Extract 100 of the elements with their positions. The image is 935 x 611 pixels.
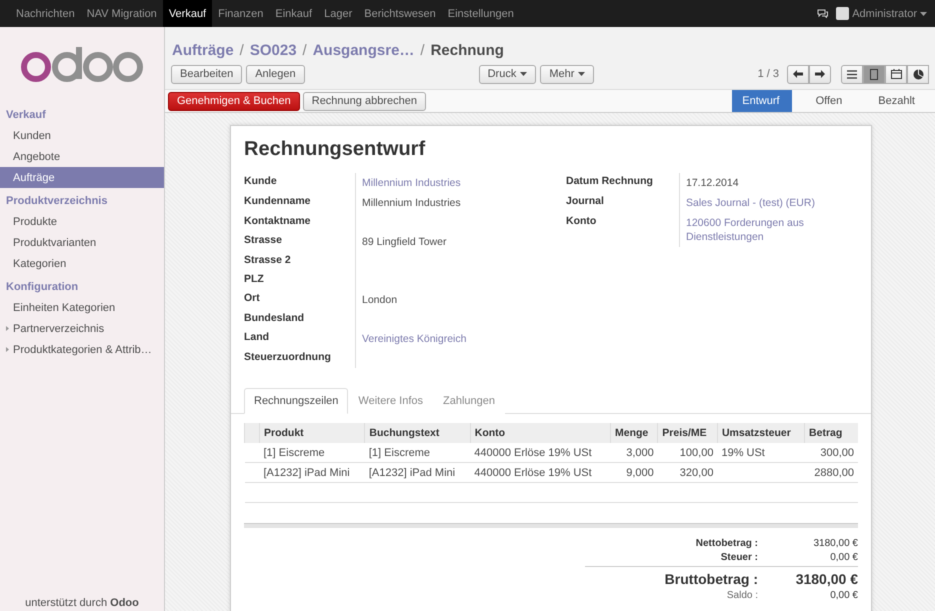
field-label: Kontaktname [244,213,356,232]
expand-arrow-icon [6,347,9,352]
sidebar-item[interactable]: Produktvarianten [0,232,164,253]
table-cell: [A1232] iPad Mini [364,462,470,482]
top-menu-item[interactable]: NAV Migration [80,0,163,27]
table-cell: [1] Eiscreme [260,443,365,462]
sidebar-item[interactable]: Aufträge [0,167,164,188]
field-value: Millennium Industries [361,196,462,211]
action-button[interactable]: Rechnung abbrechen [302,92,426,110]
view-switch-button[interactable] [907,64,929,84]
total-label: Nettobetrag : [694,538,759,549]
view-switch-button[interactable] [841,64,863,84]
field-value: 89 Lingfield Tower [361,235,448,250]
field-label: Land [244,329,356,349]
powered-by-text: unterstützt durch Odoo [24,597,140,611]
action-button[interactable]: Genehmigen & Buchen [168,92,300,110]
sidebar-item[interactable]: Kunden [0,125,164,146]
top-menu-item[interactable]: Lager [318,0,358,27]
sidebar-item[interactable]: Partnerverzeichnis [0,318,164,339]
breadcrumb-link[interactable]: Aufträge [172,42,234,59]
field-link[interactable]: Millennium Industries [356,173,566,193]
breadcrumb-separator: / [240,42,244,59]
top-menu-item[interactable]: Finanzen [212,0,270,27]
top-menu-item[interactable]: Einstellungen [442,0,520,27]
form-view-icon [870,68,878,80]
top-menu-item[interactable]: Verkauf [162,0,212,27]
column-header: Produkt [260,423,365,443]
breadcrumb-current[interactable]: Rechnung [430,42,504,59]
total-value: 3180,00 € [770,566,858,587]
sidebar-item-label: Kategorien [13,258,66,270]
total-value: 0,00 € [829,552,858,563]
caret-icon [920,12,927,16]
field-label: Journal [566,193,680,213]
field-link[interactable]: Vereinigtes Königreich [356,329,566,349]
field-label: Konto [566,213,680,247]
breadcrumb-separator: / [420,42,425,59]
view-switch-button[interactable] [885,64,907,84]
toolbar-button[interactable]: Bearbeiten [171,64,242,84]
status-step[interactable]: Entwurf [732,90,792,112]
dropdown-button[interactable]: Mehr [540,64,594,84]
field-label: PLZ [244,271,356,290]
pie-chart-icon [912,68,924,80]
sidebar-section-title: Verkauf [5,108,47,123]
sidebar-item[interactable]: Angebote [0,146,164,167]
total-label: Bruttobetrag : [584,566,770,587]
sidebar-item[interactable]: Produktkategorien & Attrib… [0,339,164,360]
pager-text: 1 / 3 [758,68,779,80]
view-switch-button[interactable] [863,64,885,84]
total-label: Saldo : [726,590,759,601]
column-header: Preis/ME [658,423,718,443]
sidebar-item-label: Produktkategorien & Attrib… [13,344,152,356]
sidebar-section-title: Produktverzeichnis [5,194,108,209]
sidebar-item[interactable]: Kategorien [0,253,164,274]
field-label: Steuerzuordnung [244,349,356,368]
chat-icon[interactable] [817,9,828,18]
status-step[interactable]: Bezahlt [862,90,927,112]
breadcrumb-link[interactable]: Ausgangsre… [312,42,414,59]
list-view-icon [847,70,857,78]
sidebar-item-label: Produktvarianten [13,236,96,248]
sidebar-item-label: Einheiten Kategorien [13,302,116,314]
sidebar-item[interactable]: Produkte [0,211,164,232]
column-header: Buchungstext [364,423,470,443]
status-step[interactable]: Offen [800,90,854,112]
field-link[interactable]: 120600 Forderungen aus Dienstleistungen [680,213,858,247]
breadcrumb-link[interactable]: SO023 [250,42,297,59]
field-label: Kunde [244,173,356,193]
top-menu-item[interactable]: Berichtswesen [358,0,442,27]
toolbar-button[interactable]: Anlegen [246,64,305,84]
previous-button[interactable] [787,64,809,84]
field-link[interactable]: Sales Journal - (test) (EUR) [680,193,858,213]
table-cell: [A1232] iPad Mini [260,462,365,482]
table-cell: 19% USt [717,443,805,462]
table-cell: 3,000 [610,443,658,462]
tab[interactable]: Rechnungszeilen [244,388,348,414]
total-label: Steuer : [720,552,759,563]
caret-icon [578,72,586,76]
sidebar-section-title: Konfiguration [5,280,80,295]
top-menu-item[interactable]: Einkauf [269,0,318,27]
table-cell: 300,00 [804,443,858,462]
sidebar-item[interactable]: Einheiten Kategorien [0,297,164,318]
sidebar-item-label: Produkte [13,216,58,228]
dropdown-button[interactable]: Druck [478,64,536,84]
field-label: Bundesland [244,310,356,329]
sidebar-item-label: Angebote [13,150,60,162]
field-label: Strasse [244,232,356,252]
field-label: Kundenname [244,193,356,213]
field-value: London [361,293,398,308]
top-menu-item[interactable]: Nachrichten [10,0,81,27]
sidebar-item-label: Aufträge [13,172,55,184]
table-cell: 2880,00 [804,462,858,482]
breadcrumb-separator: / [302,42,307,59]
table-cell: 320,00 [658,462,718,482]
sidebar-item-label: Kunden [13,130,51,142]
user-menu[interactable]: Administrator [836,7,927,20]
table-cell: 440000 Erlöse 19% USt [470,443,611,462]
caret-icon [520,72,528,76]
column-header: Betrag [804,423,858,443]
arrow-right-icon [815,70,825,78]
next-button[interactable] [809,64,831,84]
column-header: Menge [610,423,658,443]
